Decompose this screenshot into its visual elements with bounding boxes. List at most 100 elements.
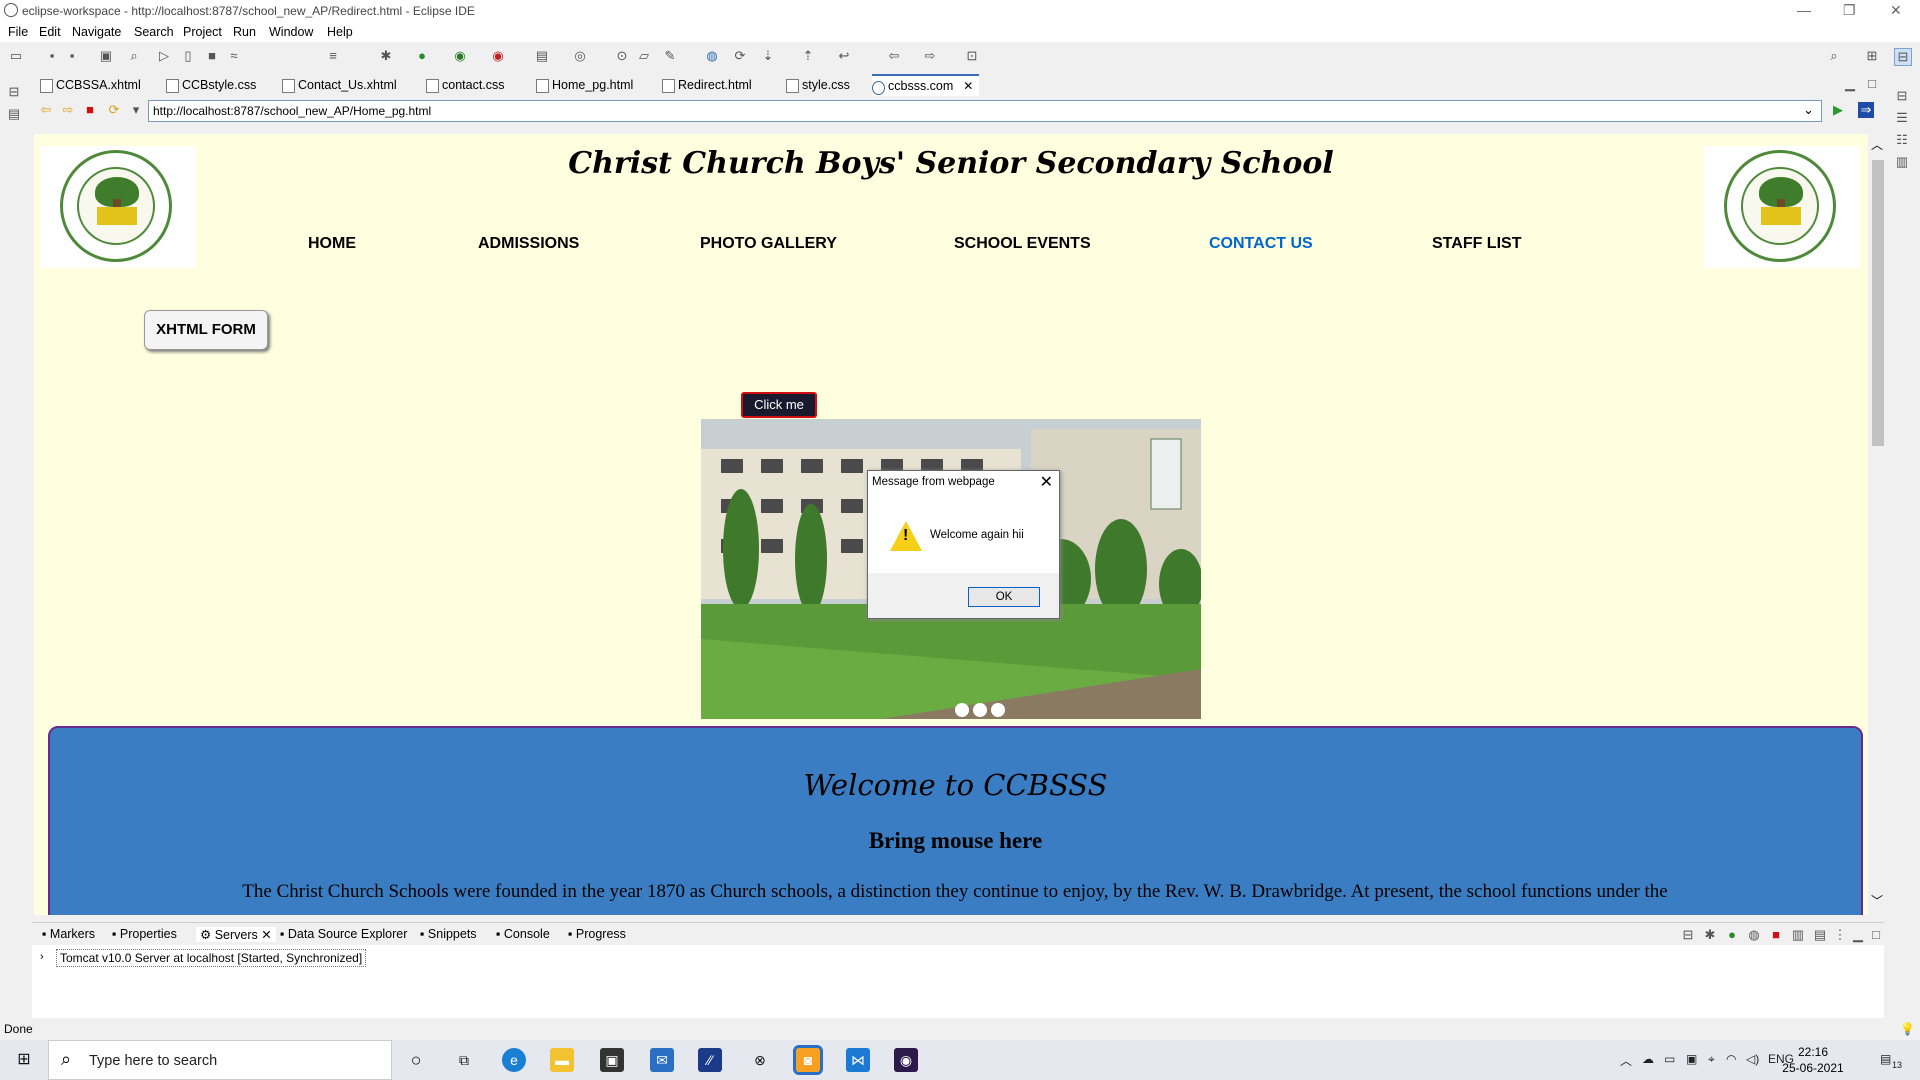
tab-style-css[interactable]: style.css bbox=[786, 74, 850, 96]
sync-icon[interactable]: ⟳ bbox=[732, 48, 748, 64]
tray-chevron-icon[interactable]: ︿ bbox=[1620, 1052, 1632, 1069]
disconnect-icon[interactable]: ≈ bbox=[226, 48, 242, 64]
clock[interactable]: 22:16 25-06-2021 bbox=[1778, 1044, 1848, 1076]
search-icon[interactable]: ⌕ bbox=[1826, 48, 1842, 64]
tab-contact-css[interactable]: contact.css bbox=[426, 74, 505, 96]
right-restore-icon[interactable]: ⊟ bbox=[1894, 88, 1910, 104]
suspend-icon[interactable]: ▯ bbox=[180, 48, 196, 64]
battery-icon[interactable]: ▭ bbox=[1664, 1052, 1675, 1066]
server-entry[interactable]: Tomcat v10.0 Server at localhost [Starte… bbox=[56, 949, 367, 967]
restore-icon[interactable]: ❐ bbox=[1843, 2, 1856, 19]
tip-icon[interactable]: 💡 bbox=[1900, 1022, 1915, 1036]
menu-project[interactable]: Project bbox=[183, 25, 222, 39]
forward-icon[interactable]: ⇨ bbox=[922, 48, 938, 64]
collapse-all-icon[interactable]: ⊟ bbox=[1680, 927, 1696, 943]
nav-admissions[interactable]: ADMISSIONS bbox=[478, 235, 579, 253]
stop-icon[interactable]: ■ bbox=[82, 102, 98, 118]
tab-home-pg-html[interactable]: Home_pg.html bbox=[536, 74, 633, 96]
tab-redirect-html[interactable]: Redirect.html bbox=[662, 74, 752, 96]
app-icon[interactable]: ⁄⁄ bbox=[698, 1048, 722, 1072]
tab-markers[interactable]: ▪ Markers bbox=[42, 927, 95, 941]
go-icon[interactable]: ▶ bbox=[1830, 102, 1846, 118]
tab-ccbsss-com[interactable]: ccbsss.com ✕ bbox=[872, 74, 980, 96]
wifi-icon[interactable]: ◠ bbox=[1726, 1052, 1736, 1066]
nav-photo-gallery[interactable]: PHOTO GALLERY bbox=[700, 235, 837, 253]
slideshow-dot[interactable] bbox=[973, 703, 987, 717]
run-icon[interactable]: ● bbox=[414, 48, 430, 64]
external-tools-icon[interactable]: ◉ bbox=[490, 48, 506, 64]
menu-run[interactable]: Run bbox=[233, 25, 256, 39]
maximize-editor-icon[interactable]: □ bbox=[1864, 76, 1880, 92]
location-icon[interactable]: ⌖ bbox=[1708, 1052, 1715, 1067]
outline-icon[interactable]: ☰ bbox=[1894, 110, 1910, 126]
save-icon[interactable]: ▪ bbox=[44, 48, 60, 64]
network-drive-icon[interactable]: ☁ bbox=[1642, 1052, 1654, 1066]
maximize-panel-icon[interactable]: □ bbox=[1868, 927, 1884, 943]
restore-view-icon[interactable]: ⊟ bbox=[6, 84, 22, 100]
tab-console[interactable]: ▪ Console bbox=[496, 927, 550, 941]
package-explorer-icon[interactable]: ▤ bbox=[6, 106, 22, 122]
eclipse-icon[interactable]: ◉ bbox=[894, 1048, 918, 1072]
skip-breakpoints-icon[interactable]: ≡ bbox=[325, 48, 341, 64]
tab-close-icon[interactable]: ✕ bbox=[261, 928, 271, 942]
volume-icon[interactable]: ◁) bbox=[1746, 1052, 1759, 1066]
open-external-browser-icon[interactable]: ⇒ bbox=[1858, 102, 1874, 118]
save-all-icon[interactable]: ▪ bbox=[64, 48, 80, 64]
resume-icon[interactable]: ▷ bbox=[156, 48, 172, 64]
start-server-icon[interactable]: ● bbox=[1724, 927, 1740, 943]
tab-data-source-explorer[interactable]: ▪ Data Source Explorer bbox=[280, 927, 407, 941]
nav-contact-us[interactable]: CONTACT US bbox=[1209, 235, 1313, 253]
scroll-down-icon[interactable]: ﹀ bbox=[1871, 892, 1883, 909]
globe-icon[interactable]: ◍ bbox=[704, 48, 720, 64]
tab-servers[interactable]: ⚙ Servers ✕ bbox=[196, 927, 276, 942]
task-list-icon[interactable]: ☷ bbox=[1894, 132, 1910, 148]
refresh-icon[interactable]: ⟳ bbox=[106, 102, 122, 118]
back-arrow-icon[interactable]: ⇦ bbox=[38, 102, 54, 118]
terminal-icon[interactable]: ▣ bbox=[98, 48, 114, 64]
scrollbar-thumb[interactable] bbox=[1872, 160, 1884, 446]
photos-icon[interactable]: ◙ bbox=[793, 1045, 823, 1075]
menu-edit[interactable]: Edit bbox=[39, 25, 61, 39]
menu-navigate[interactable]: Navigate bbox=[72, 25, 121, 39]
debug-icon[interactable]: ✱ bbox=[378, 48, 394, 64]
store-icon[interactable]: ▣ bbox=[600, 1048, 624, 1072]
view-menu-icon[interactable]: ⋮ bbox=[1832, 927, 1848, 943]
file-explorer-icon[interactable]: ▬ bbox=[550, 1048, 574, 1072]
taskbar-search[interactable]: ⌕ Type here to search bbox=[48, 1040, 392, 1080]
tab-snippets[interactable]: ▪ Snippets bbox=[420, 927, 477, 941]
dialog-ok-button[interactable]: OK bbox=[968, 587, 1040, 607]
problems-icon[interactable]: ▥ bbox=[1894, 154, 1910, 170]
last-edit-icon[interactable]: ↩ bbox=[836, 48, 852, 64]
close-window-icon[interactable]: ✕ bbox=[1890, 2, 1902, 19]
debug-server-icon[interactable]: ✱ bbox=[1702, 927, 1718, 943]
stop-server-icon[interactable]: ■ bbox=[1768, 927, 1784, 943]
url-dropdown-icon[interactable]: ⌄ bbox=[1803, 102, 1814, 118]
prev-annotation-icon[interactable]: ⇡ bbox=[800, 48, 816, 64]
open-folder-icon[interactable]: ▱ bbox=[636, 48, 652, 64]
xhtml-form-button[interactable]: XHTML FORM bbox=[144, 310, 268, 350]
pin-editor-icon[interactable]: ⊡ bbox=[964, 48, 980, 64]
cortana-icon[interactable]: ○ bbox=[404, 1048, 428, 1072]
nav-school-events[interactable]: SCHOOL EVENTS bbox=[954, 235, 1091, 253]
terminate-icon[interactable]: ■ bbox=[204, 48, 220, 64]
tab-ccbssa-xhtml[interactable]: CCBSSA.xhtml bbox=[40, 74, 141, 96]
slideshow-dot[interactable] bbox=[955, 703, 969, 717]
open-perspective-icon[interactable]: ⊞ bbox=[1864, 48, 1880, 64]
perspective-icon[interactable]: ⊟ bbox=[1894, 48, 1912, 66]
search-wand-icon[interactable]: ✎ bbox=[662, 48, 678, 64]
tab-progress[interactable]: ▪ Progress bbox=[568, 927, 626, 941]
projector-icon[interactable]: ▣ bbox=[1686, 1052, 1697, 1066]
notifications-icon[interactable]: ▤ bbox=[1880, 1052, 1891, 1066]
start-icon[interactable]: ⊞ bbox=[12, 1048, 36, 1072]
expand-chevron-icon[interactable]: › bbox=[40, 951, 44, 963]
next-annotation-icon[interactable]: ⇣ bbox=[760, 48, 776, 64]
minimize-icon[interactable]: — bbox=[1797, 2, 1811, 18]
minimize-panel-icon[interactable]: ▁ bbox=[1850, 927, 1866, 943]
new-java-icon[interactable]: ◎ bbox=[572, 48, 588, 64]
new-server-icon[interactable]: ▤ bbox=[534, 48, 550, 64]
menu-search[interactable]: Search bbox=[134, 25, 174, 39]
publish-icon[interactable]: ▥ bbox=[1790, 927, 1806, 943]
tab-ccbstyle-css[interactable]: CCBstyle.css bbox=[166, 74, 256, 96]
refresh-dropdown-icon[interactable]: ▾ bbox=[128, 102, 144, 118]
url-input[interactable]: http://localhost:8787/school_new_AP/Home… bbox=[148, 100, 1822, 122]
